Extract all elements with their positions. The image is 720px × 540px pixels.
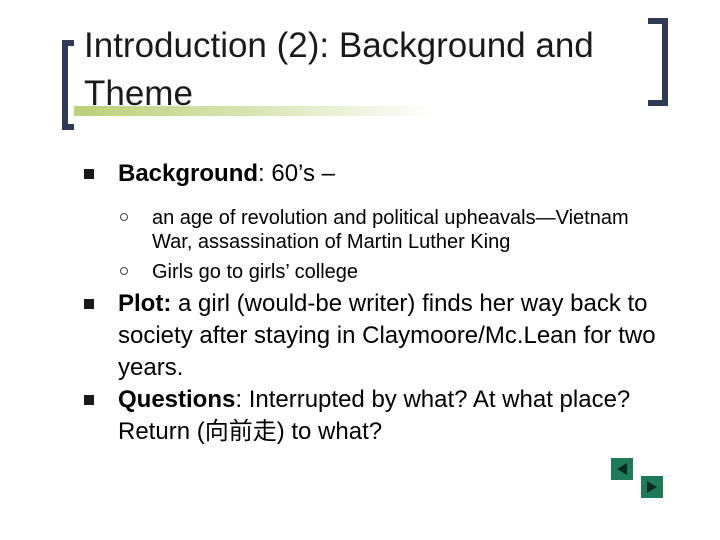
sub-bullet-text: an age of revolution and political uphea… <box>152 207 629 253</box>
bullet-label: Plot: <box>118 290 172 317</box>
title-bracket-right <box>648 18 668 106</box>
bullet-background: Background: 60’s – <box>82 158 662 190</box>
next-slide-button[interactable] <box>641 476 663 498</box>
circle-bullet-icon <box>120 213 128 221</box>
square-bullet-icon <box>84 395 94 405</box>
triangle-right-icon <box>647 481 657 493</box>
slide-title: Introduction (2): Background and Theme <box>84 26 594 113</box>
bullet-text: : 60’s – <box>258 160 335 187</box>
sub-bullet-era: an age of revolution and political uphea… <box>82 206 662 254</box>
square-bullet-icon <box>84 299 94 309</box>
square-bullet-icon <box>84 169 94 179</box>
previous-slide-button[interactable] <box>611 458 633 480</box>
circle-bullet-icon <box>120 267 128 275</box>
sub-bullet-text: Girls go to girls’ college <box>152 261 359 283</box>
bullet-label: Questions <box>118 386 236 413</box>
bullet-plot: Plot: a girl (would-be writer) finds her… <box>82 288 662 384</box>
bullet-label: Background <box>118 160 259 187</box>
slide: Introduction (2): Background and Theme B… <box>0 0 720 540</box>
triangle-left-icon <box>617 463 627 475</box>
bullet-questions: Questions: Interrupted by what? At what … <box>82 384 662 448</box>
slide-body: Background: 60’s – an age of revolution … <box>82 158 662 448</box>
title-bracket-left <box>62 40 74 130</box>
bullet-text: a girl (would-be writer) finds her way b… <box>118 290 656 381</box>
sub-bullet-college: Girls go to girls’ college <box>82 260 662 284</box>
